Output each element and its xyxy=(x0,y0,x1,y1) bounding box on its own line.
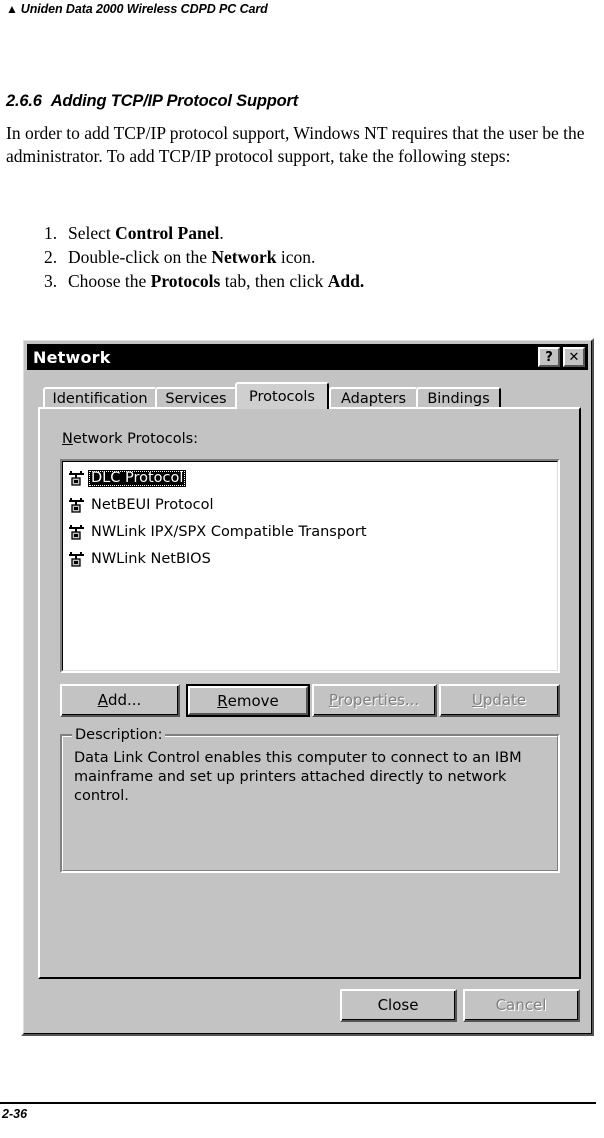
list-item: 2. Double-click on the Network icon. xyxy=(6,245,566,269)
list-item-text: Select Control Panel. xyxy=(68,221,566,245)
help-icon[interactable]: ? xyxy=(538,347,560,367)
cancel-button[interactable]: Cancel xyxy=(463,989,580,1022)
body-paragraph: In order to add TCP/IP protocol support,… xyxy=(6,123,585,166)
button-label-rest: dd... xyxy=(107,691,142,709)
list-item: 1. Select Control Panel. xyxy=(6,221,566,245)
add-button[interactable]: Add... xyxy=(60,684,180,717)
accel-letter: A xyxy=(97,691,108,709)
close-button[interactable]: Close xyxy=(340,989,457,1022)
update-button-inner: Update xyxy=(441,686,558,715)
section-heading: 2.6.6 Adding TCP/IP Protocol Support xyxy=(6,92,298,111)
update-button[interactable]: Update xyxy=(439,684,560,717)
list-item[interactable]: NetBEUI Protocol xyxy=(65,492,555,519)
dialog-inner-frame: Network ? ✕ Identification Services Prot… xyxy=(23,340,592,1034)
network-protocol-icon xyxy=(68,524,85,541)
step-bold-text: Protocols xyxy=(150,271,221,291)
list-item-marker: 2. xyxy=(44,247,58,267)
description-text: Data Link Control enables this computer … xyxy=(74,750,522,804)
network-dialog: Network ? ✕ Identification Services Prot… xyxy=(21,338,594,1036)
accel-letter: R xyxy=(217,691,228,710)
protocol-action-buttons: Add... Remove Properties... Update xyxy=(60,684,560,718)
steps-list: 1. Select Control Panel. 2. Double-click… xyxy=(6,221,566,293)
list-item[interactable]: NWLink NetBIOS xyxy=(65,546,555,573)
dialog-title: Network xyxy=(33,347,111,367)
dialog-bottom-buttons: Close Cancel xyxy=(340,989,580,1023)
tab-identification[interactable]: Identification xyxy=(43,387,157,409)
accel-letter: P xyxy=(328,691,338,709)
page-running-header: ▲ Uniden Data 2000 Wireless CDPD PC Card xyxy=(6,2,268,16)
step-post-text: . xyxy=(219,223,224,243)
triangle-bullet-icon: ▲ xyxy=(6,2,18,16)
step-bold-text: Control Panel xyxy=(115,223,220,243)
list-item-label: DLC Protocol xyxy=(88,469,187,488)
dialog-titlebar: Network ? ✕ xyxy=(27,344,588,370)
network-protocol-icon xyxy=(68,551,85,568)
list-item-label: NWLink NetBIOS xyxy=(91,550,211,567)
step-bold-text: Network xyxy=(211,247,277,267)
step-pre-text: Choose the xyxy=(68,271,151,291)
step-pre-text: Double-click on the xyxy=(68,247,212,267)
button-label-rest: roperties... xyxy=(337,691,420,709)
tab-protocols[interactable]: Protocols xyxy=(235,382,329,409)
list-item-label: NetBEUI Protocol xyxy=(91,496,214,513)
section-number: 2.6.6 xyxy=(6,92,42,110)
step-post-text: icon. xyxy=(276,247,316,267)
tab-adapters[interactable]: Adapters xyxy=(329,387,418,409)
step-mid-text: tab, then click xyxy=(220,271,328,291)
list-item-text: Choose the Protocols tab, then click Add… xyxy=(68,269,566,293)
close-icon[interactable]: ✕ xyxy=(563,347,585,367)
remove-button-inner: Remove xyxy=(188,686,308,715)
button-label-rest: emove xyxy=(227,691,279,710)
protocols-listbox[interactable]: DLC Protocol NetBEUI Protocol NWLink IPX… xyxy=(60,459,560,673)
network-protocol-icon xyxy=(68,470,85,487)
list-item-text: Double-click on the Network icon. xyxy=(68,245,566,269)
network-protocols-label: Network Protocols: xyxy=(62,431,198,447)
description-groupbox-title: Description: xyxy=(72,727,166,743)
titlebar-button-group: ? ✕ xyxy=(538,347,585,367)
network-protocol-icon xyxy=(68,497,85,514)
tab-strip: Identification Services Protocols Adapte… xyxy=(43,382,571,409)
footer-divider xyxy=(0,1102,596,1104)
properties-button-inner: Properties... xyxy=(314,686,435,715)
list-item[interactable]: DLC Protocol xyxy=(65,465,555,492)
list-item-marker: 1. xyxy=(44,223,58,243)
page-header-title: Uniden Data 2000 Wireless CDPD PC Card xyxy=(20,2,268,16)
accel-letter: U xyxy=(471,691,483,709)
tab-services[interactable]: Services xyxy=(155,387,237,409)
listbox-content: DLC Protocol NetBEUI Protocol NWLink IPX… xyxy=(62,461,558,671)
cancel-button-inner: Cancel xyxy=(465,991,578,1020)
list-item-marker: 3. xyxy=(44,271,58,291)
add-button-inner: Add... xyxy=(62,686,178,715)
properties-button[interactable]: Properties... xyxy=(312,684,437,717)
tab-bindings[interactable]: Bindings xyxy=(416,387,501,409)
step-pre-text: Select xyxy=(68,223,116,243)
accel-letter: N xyxy=(62,431,73,447)
list-item: 3. Choose the Protocols tab, then click … xyxy=(6,269,566,293)
step-bold-text-2: Add. xyxy=(327,271,365,291)
section-title: Adding TCP/IP Protocol Support xyxy=(50,92,298,110)
protocols-tab-page: Network Protocols: DLC Protocol NetBEUI … xyxy=(38,407,581,979)
page-number: 2-36 xyxy=(2,1107,28,1121)
list-item[interactable]: NWLink IPX/SPX Compatible Transport xyxy=(65,519,555,546)
description-groupbox: Description: Data Link Control enables t… xyxy=(60,727,560,873)
remove-button[interactable]: Remove xyxy=(186,684,310,717)
label-rest: etwork Protocols: xyxy=(72,431,199,447)
button-label-rest: pdate xyxy=(482,691,527,709)
list-item-label: NWLink IPX/SPX Compatible Transport xyxy=(91,523,367,540)
close-button-inner: Close xyxy=(342,991,455,1020)
